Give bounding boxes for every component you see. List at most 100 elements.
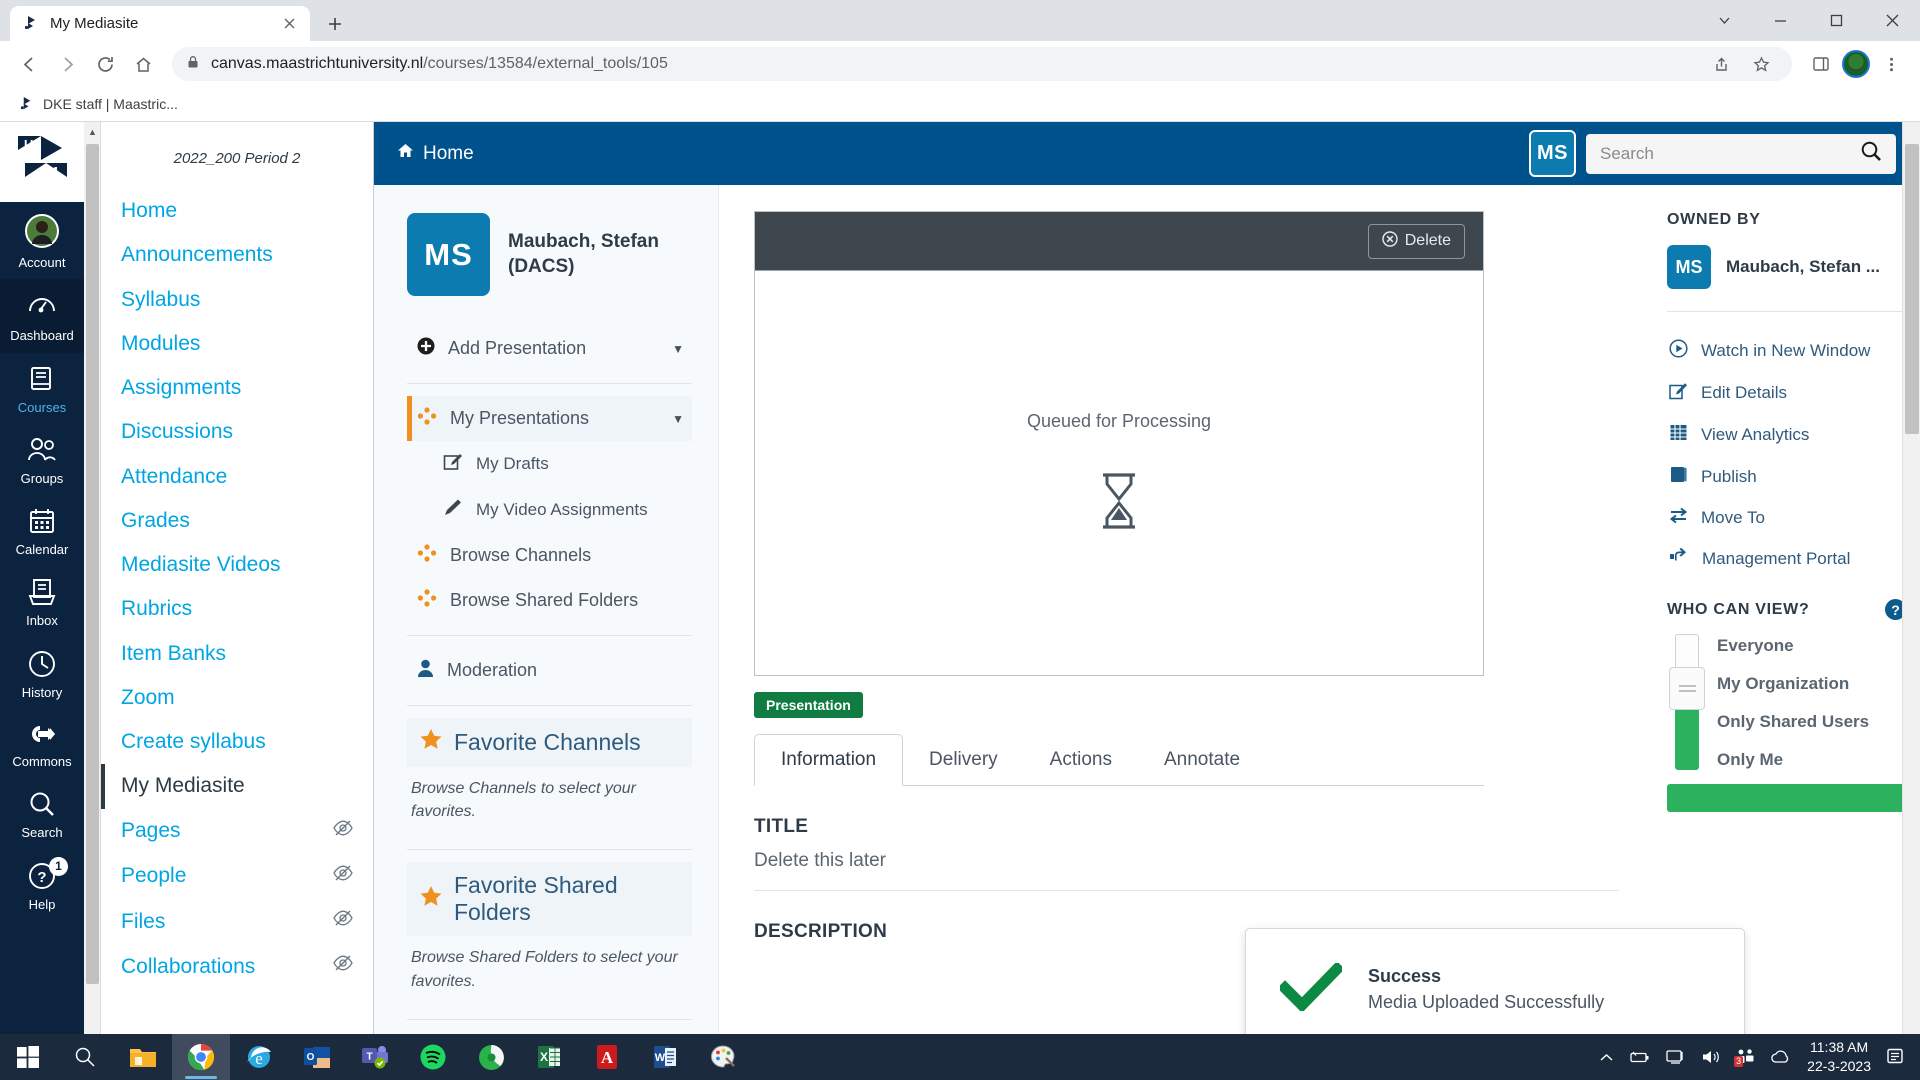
excel-icon[interactable]: X <box>520 1034 578 1080</box>
sidebar-item-commons[interactable]: Commons <box>0 709 84 778</box>
primary-action-button[interactable] <box>1667 784 1906 812</box>
search-box[interactable]: Search <box>1586 133 1896 174</box>
rail-action-item[interactable]: Publish <box>1667 456 1906 498</box>
adobe-acrobat-icon[interactable]: A <box>578 1034 636 1080</box>
word-icon[interactable]: W <box>636 1034 694 1080</box>
course-nav-item[interactable]: Item Banks <box>101 632 373 676</box>
new-tab-button[interactable] <box>318 7 352 41</box>
network-icon[interactable] <box>1666 1049 1686 1065</box>
internet-explorer-icon[interactable]: e <box>230 1034 288 1080</box>
mediasite-menu-item[interactable]: Browse Shared Folders <box>407 578 692 623</box>
mediasite-menu-item[interactable]: My Video Assignments <box>407 487 692 533</box>
sidebar-item-calendar[interactable]: Calendar <box>0 495 84 566</box>
sidebar-item-account[interactable]: Account <box>0 202 84 279</box>
user-avatar[interactable]: MS <box>1529 130 1576 177</box>
um-logo[interactable]: U M <box>0 122 84 202</box>
side-panel-icon[interactable] <box>1804 47 1838 81</box>
file-explorer-icon[interactable] <box>114 1034 172 1080</box>
search-icon[interactable] <box>1860 140 1882 167</box>
volume-icon[interactable] <box>1701 1049 1722 1065</box>
page-scrollbar[interactable] <box>1902 122 1920 1068</box>
rail-action-item[interactable]: View Analytics <box>1667 414 1906 456</box>
forward-arrow-icon[interactable] <box>50 47 84 81</box>
favorites-header[interactable]: Favorite Channels <box>407 718 692 767</box>
sidebar-item-groups[interactable]: Groups <box>0 424 84 495</box>
course-nav-item[interactable]: Rubrics <box>101 587 373 631</box>
course-nav-item[interactable]: Files <box>101 899 373 944</box>
sidebar-item-courses[interactable]: Courses <box>0 353 84 424</box>
visibility-option[interactable]: Only Me <box>1717 750 1869 770</box>
rail-action-item[interactable]: Edit Details <box>1667 372 1906 414</box>
back-arrow-icon[interactable] <box>12 47 46 81</box>
windows-start-icon[interactable] <box>0 1034 56 1080</box>
kebab-menu-icon[interactable] <box>1874 47 1908 81</box>
course-nav-item[interactable]: Syllabus <box>101 278 373 322</box>
onedrive-icon[interactable] <box>1770 1049 1792 1065</box>
sidebar-item-dashboard[interactable]: Dashboard <box>0 279 84 353</box>
sidebar-item-help[interactable]: ? 1 Help <box>0 850 84 921</box>
delete-button[interactable]: Delete <box>1367 223 1465 259</box>
scrollbar-thumb[interactable] <box>1905 144 1919 434</box>
star-icon[interactable] <box>1744 47 1778 81</box>
battery-icon[interactable] <box>1629 1050 1651 1065</box>
chevron-up-icon[interactable] <box>1599 1050 1614 1065</box>
field-value[interactable]: Delete this later <box>754 850 1619 891</box>
visibility-slider[interactable]: Everyone My Organization Only Shared Users… <box>1667 634 1906 770</box>
home-link[interactable]: Home <box>396 141 474 166</box>
chevron-down-icon[interactable] <box>1696 0 1752 41</box>
course-nav-item[interactable]: My Mediasite <box>101 764 373 809</box>
course-nav-item[interactable]: Pages <box>101 809 373 854</box>
course-nav-scrollbar[interactable]: ▲ ▼ <box>84 122 101 1068</box>
bookmark-item[interactable]: DKE staff | Maastric... <box>14 92 184 116</box>
close-icon[interactable] <box>1864 0 1920 41</box>
course-nav-item[interactable]: People <box>101 854 373 899</box>
mediasite-menu-item[interactable]: My Drafts <box>407 441 692 487</box>
course-nav-item[interactable]: Collaborations <box>101 944 373 989</box>
mediasite-menu-item[interactable]: My Presentations ▼ <box>407 396 692 441</box>
maximize-icon[interactable] <box>1808 0 1864 41</box>
course-nav-item[interactable]: Discussions <box>101 410 373 454</box>
moderation-link[interactable]: Moderation <box>407 648 692 693</box>
detail-tab[interactable]: Delivery <box>903 735 1024 785</box>
course-nav-item[interactable]: Announcements <box>101 233 373 277</box>
course-nav-item[interactable]: Grades <box>101 499 373 543</box>
favorites-header[interactable]: Favorite Shared Folders <box>407 862 692 937</box>
rail-action-item[interactable]: Management Portal <box>1667 538 1906 579</box>
course-nav-item[interactable]: Mediasite Videos <box>101 543 373 587</box>
teams-tray-icon[interactable]: 3 <box>1734 1049 1755 1067</box>
slider-track[interactable] <box>1669 634 1705 770</box>
visibility-option[interactable]: Only Shared Users <box>1717 712 1869 732</box>
course-nav-item[interactable]: Modules <box>101 322 373 366</box>
rail-action-item[interactable]: Watch in New Window <box>1667 330 1906 372</box>
notification-icon[interactable] <box>1886 1048 1906 1066</box>
minimize-icon[interactable] <box>1752 0 1808 41</box>
microsoft-teams-icon[interactable]: T <box>346 1034 404 1080</box>
add-presentation-button[interactable]: Add Presentation ▼ <box>407 326 692 371</box>
rail-action-item[interactable]: Move To <box>1667 498 1906 538</box>
google-chrome-icon[interactable] <box>172 1034 230 1080</box>
taskbar-clock[interactable]: 11:38 AM 22-3-2023 <box>1807 1038 1871 1076</box>
browser-tab[interactable]: My Mediasite <box>10 6 310 41</box>
course-nav-item[interactable]: Create syllabus <box>101 720 373 764</box>
scroll-up-icon[interactable]: ▲ <box>84 122 101 142</box>
close-icon[interactable] <box>278 13 300 35</box>
caret-down-icon[interactable]: ▼ <box>672 412 684 426</box>
detail-tab[interactable]: Annotate <box>1138 735 1266 785</box>
avatar[interactable] <box>1842 50 1870 78</box>
course-nav-item[interactable]: Zoom <box>101 676 373 720</box>
course-nav-item[interactable]: Home <box>101 189 373 233</box>
mediasite-menu-item[interactable]: Browse Channels <box>407 533 692 578</box>
outlook-icon[interactable]: O <box>288 1034 346 1080</box>
paint-icon[interactable] <box>694 1034 752 1080</box>
scrollbar-thumb[interactable] <box>86 144 99 984</box>
sidebar-item-inbox[interactable]: Inbox <box>0 566 84 637</box>
address-bar[interactable]: canvas.maastrichtuniversity.nl/courses/1… <box>172 47 1792 81</box>
share-icon[interactable] <box>1704 47 1738 81</box>
caret-down-icon[interactable]: ▼ <box>672 342 684 356</box>
detail-tab[interactable]: Actions <box>1024 735 1138 785</box>
course-nav-item[interactable]: Attendance <box>101 455 373 499</box>
search-input[interactable]: Search <box>1600 144 1852 164</box>
search-icon[interactable] <box>56 1034 114 1080</box>
slider-handle[interactable] <box>1669 667 1705 710</box>
spotify-icon[interactable] <box>404 1034 462 1080</box>
